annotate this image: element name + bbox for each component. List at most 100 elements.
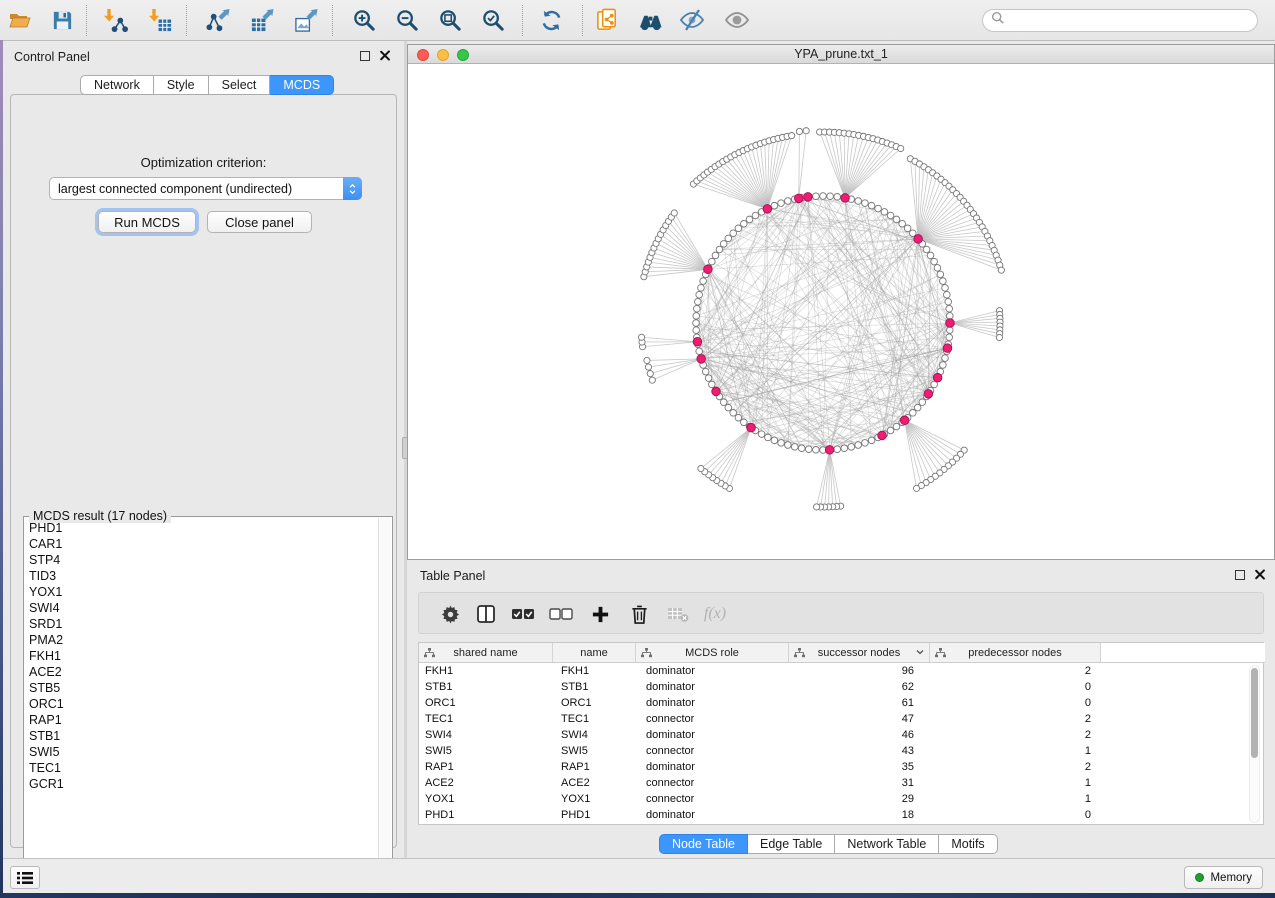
table-row[interactable]: TEC1TEC1connector472 <box>419 711 1101 727</box>
export-image-icon[interactable] <box>293 7 319 33</box>
optimization-criterion-label: Optimization criterion: <box>11 155 396 170</box>
zoom-out-icon[interactable] <box>394 7 420 33</box>
mcds-result-item[interactable]: TEC1 <box>25 760 379 776</box>
mcds-result-item[interactable]: FKH1 <box>25 648 379 664</box>
toolbar-separator <box>86 5 87 36</box>
table-row[interactable]: STB1STB1dominator620 <box>419 679 1101 695</box>
run-mcds-button[interactable]: Run MCDS <box>98 211 196 233</box>
network-search-field[interactable] <box>982 9 1258 32</box>
save-session-icon[interactable] <box>49 7 75 33</box>
mcds-result-item[interactable]: STP4 <box>25 552 379 568</box>
tab-edge-table[interactable]: Edge Table <box>748 834 835 854</box>
column-header-shared-name[interactable]: shared name <box>419 643 553 663</box>
column-header-successor-nodes[interactable]: successor nodes <box>789 643 930 663</box>
mcds-result-item[interactable]: PMA2 <box>25 632 379 648</box>
close-panel-icon[interactable] <box>379 50 390 61</box>
table-row[interactable]: YOX1YOX1connector291 <box>419 791 1101 807</box>
table-row[interactable]: RAP1RAP1dominator352 <box>419 759 1101 775</box>
mcds-result-scrollbar[interactable] <box>378 518 391 873</box>
table-row[interactable]: ORC1ORC1dominator610 <box>419 695 1101 711</box>
mcds-result-item[interactable]: SRD1 <box>25 616 379 632</box>
cell-predecessor-nodes: 2 <box>930 759 1101 775</box>
function-builder-icon[interactable]: f(x) <box>702 601 728 627</box>
table-row[interactable]: SWI5SWI5connector431 <box>419 743 1101 759</box>
cell-shared-name: SWI4 <box>419 727 553 743</box>
float-window-icon[interactable] <box>360 51 370 61</box>
cell-successor-nodes: 96 <box>789 663 930 679</box>
mcds-result-item[interactable]: PHD1 <box>25 520 379 536</box>
show-details-icon[interactable] <box>724 7 750 33</box>
cell-name: ACE2 <box>553 775 636 791</box>
table-row[interactable]: SWI4SWI4dominator462 <box>419 727 1101 743</box>
import-table-icon[interactable] <box>147 7 173 33</box>
show-columns-icon[interactable] <box>473 601 499 627</box>
search-network-binoculars-icon[interactable] <box>637 7 663 33</box>
table-scrollbar[interactable] <box>1249 665 1260 823</box>
tab-select[interactable]: Select <box>209 75 271 95</box>
network-window-titlebar[interactable]: YPA_prune.txt_1 <box>408 45 1274 64</box>
app-window: Control Panel Network Style Select MCDS … <box>0 0 1275 898</box>
mcds-result-item[interactable]: ACE2 <box>25 664 379 680</box>
zoom-fit-icon[interactable] <box>437 7 463 33</box>
export-table-icon[interactable] <box>249 7 275 33</box>
delete-table-icon[interactable] <box>665 601 691 627</box>
mcds-result-item[interactable]: STB1 <box>25 728 379 744</box>
mcds-result-item[interactable]: STB5 <box>25 680 379 696</box>
mcds-result-item[interactable]: SWI5 <box>25 744 379 760</box>
table-row[interactable]: FKH1FKH1dominator962 <box>419 663 1101 679</box>
mcds-result-item[interactable]: TID3 <box>25 568 379 584</box>
node-table[interactable]: shared namenameMCDS rolesuccessor nodesp… <box>418 642 1264 825</box>
refresh-icon[interactable] <box>538 7 564 33</box>
delete-row-trash-icon[interactable] <box>626 601 652 627</box>
deselect-all-icon[interactable] <box>548 601 574 627</box>
mcds-result-item[interactable]: GCR1 <box>25 776 379 792</box>
select-stepper-icon <box>343 177 362 200</box>
add-row-icon[interactable] <box>587 601 613 627</box>
table-row[interactable]: ACE2ACE2connector311 <box>419 775 1101 791</box>
table-header-row: shared namenameMCDS rolesuccessor nodesp… <box>419 643 1265 663</box>
table-row[interactable]: PHD1PHD1dominator180 <box>419 807 1101 823</box>
column-header-predecessor-nodes[interactable]: predecessor nodes <box>930 643 1101 663</box>
select-all-icon[interactable] <box>510 601 536 627</box>
cell-shared-name: ORC1 <box>419 695 553 711</box>
tab-motifs[interactable]: Motifs <box>939 834 997 854</box>
close-panel-icon[interactable] <box>1254 569 1265 580</box>
task-history-button[interactable] <box>10 866 40 889</box>
desktop-wallpaper-strip <box>0 40 3 893</box>
column-header-name[interactable]: name <box>553 643 636 663</box>
table-scrollbar-thumb[interactable] <box>1251 668 1258 758</box>
column-header-MCDS-role[interactable]: MCDS role <box>636 643 789 663</box>
mcds-result-item[interactable]: ORC1 <box>25 696 379 712</box>
import-network-icon[interactable] <box>102 7 128 33</box>
search-input[interactable] <box>1005 14 1235 28</box>
export-network-icon[interactable] <box>205 7 231 33</box>
cell-shared-name: FKH1 <box>419 663 553 679</box>
close-panel-button[interactable]: Close panel <box>207 211 312 233</box>
float-window-icon[interactable] <box>1235 570 1245 580</box>
network-from-document-icon[interactable] <box>594 7 620 33</box>
mcds-result-item[interactable]: YOX1 <box>25 584 379 600</box>
mcds-result-list[interactable]: PHD1CAR1STP4TID3YOX1SWI4SRD1PMA2FKH1ACE2… <box>25 520 379 872</box>
mcds-result-item[interactable]: CAR1 <box>25 536 379 552</box>
table-toolbar: f(x) <box>418 592 1264 634</box>
mcds-tab-panel: Optimization criterion: largest connecte… <box>10 94 397 848</box>
tab-network[interactable]: Network <box>80 75 154 95</box>
cell-MCDS-role: connector <box>636 775 789 791</box>
hide-details-icon[interactable] <box>679 7 705 33</box>
zoom-in-icon[interactable] <box>351 7 377 33</box>
settings-gear-icon[interactable] <box>437 601 463 627</box>
network-graph[interactable] <box>408 64 1274 559</box>
tab-style[interactable]: Style <box>154 75 209 95</box>
memory-label: Memory <box>1210 872 1252 884</box>
tab-mcds[interactable]: MCDS <box>270 75 334 95</box>
tab-node-table[interactable]: Node Table <box>659 834 748 854</box>
mcds-result-item[interactable]: RAP1 <box>25 712 379 728</box>
optimization-criterion-select[interactable]: largest connected component (undirected) <box>49 177 362 200</box>
memory-button[interactable]: Memory <box>1184 866 1263 889</box>
open-session-icon[interactable] <box>7 7 33 33</box>
network-canvas[interactable] <box>408 64 1274 559</box>
mcds-result-item[interactable]: SWI4 <box>25 600 379 616</box>
tab-network-table[interactable]: Network Table <box>835 834 939 854</box>
zoom-selected-icon[interactable] <box>480 7 506 33</box>
cell-MCDS-role: dominator <box>636 695 789 711</box>
